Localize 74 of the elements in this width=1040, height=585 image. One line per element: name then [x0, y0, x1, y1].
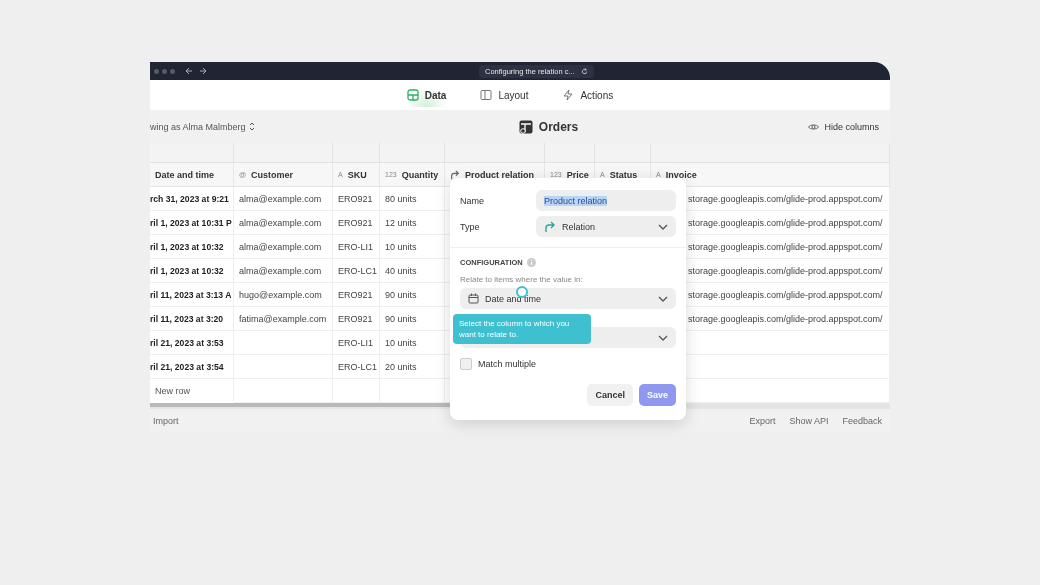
- viewing-as-label[interactable]: wing as Alma Malmberg: [150, 121, 246, 132]
- column-label: Product relation: [465, 169, 534, 180]
- checkbox-label: Match multiple: [478, 359, 537, 369]
- reload-icon[interactable]: [580, 67, 588, 75]
- chevron-icon: [658, 223, 668, 230]
- field-hint: Relate to items where the value in:: [460, 275, 584, 284]
- footer-link[interactable]: Show API: [789, 416, 829, 426]
- table-cell: ERO-LC1: [333, 259, 380, 283]
- table-cell: alma@example.com: [234, 211, 333, 235]
- forward-icon[interactable]: [199, 67, 207, 75]
- footer-link[interactable]: Feedback: [842, 416, 882, 426]
- tab[interactable]: Actions: [558, 83, 618, 107]
- table-cell: ril 1, 2023 at 10:32: [150, 259, 234, 283]
- table-cell: 12 units: [380, 211, 445, 235]
- table-icon: [518, 119, 533, 134]
- table-cell: 10 units: [380, 331, 445, 355]
- table-cell: ERO921: [333, 187, 380, 211]
- new-row-button[interactable]: New row: [150, 379, 234, 402]
- table-cell: hugo@example.com: [234, 283, 333, 307]
- table-cell: ERO-LI1: [333, 331, 380, 355]
- forward-arrow-icon: [450, 169, 460, 180]
- column-header[interactable]: Date and time: [150, 163, 234, 187]
- table-cell: 20 units: [380, 355, 445, 379]
- column-label: Invoice: [665, 169, 697, 180]
- table-cell: rch 31, 2023 at 9:21: [150, 187, 234, 211]
- cancel-button[interactable]: Cancel: [587, 384, 633, 406]
- table-cell: ERO921: [333, 283, 380, 307]
- table-cell: ril 21, 2023 at 3:53: [150, 331, 234, 355]
- table-cell: ERO-LI1: [333, 235, 380, 259]
- forward-arrow-icon: [544, 220, 556, 233]
- import-link[interactable]: Import: [153, 416, 179, 426]
- table-title: Orders: [538, 119, 579, 134]
- column-label: Customer: [251, 169, 294, 180]
- eye-icon: [808, 122, 820, 131]
- table-cell: alma@example.com: [234, 235, 333, 259]
- name-field[interactable]: Product relation: [536, 190, 676, 211]
- footer-link[interactable]: Export: [749, 416, 776, 426]
- back-icon[interactable]: [185, 67, 193, 75]
- table-cell: alma@example.com: [234, 187, 333, 211]
- table-cell: ril 11, 2023 at 3:13 A: [150, 283, 234, 307]
- table-icon: [406, 89, 419, 101]
- type-select[interactable]: Relation: [536, 216, 676, 237]
- layout-icon: [480, 89, 493, 101]
- table-cell: ril 1, 2023 at 10:31 P: [150, 211, 234, 235]
- table-cell: 10 units: [380, 235, 445, 259]
- sort-caret-icon[interactable]: [248, 122, 255, 131]
- column-label: Price: [566, 169, 589, 180]
- table-cell: alma@example.com: [234, 259, 333, 283]
- checkbox[interactable]: [460, 358, 472, 370]
- field-label: Type: [460, 221, 481, 232]
- table-cell: ril 11, 2023 at 3:20: [150, 307, 234, 331]
- chevron-icon: [658, 295, 668, 302]
- table-cell: fatima@example.com: [234, 307, 333, 331]
- lightning-icon: [562, 89, 575, 101]
- hide-columns-button[interactable]: Hide columns: [802, 120, 885, 133]
- chevron-icon: [658, 334, 668, 341]
- table-cell: ERO-LC1: [333, 355, 380, 379]
- table-cell: 80 units: [380, 187, 445, 211]
- column-label: Date and time: [155, 169, 214, 180]
- scrollbar-thumb[interactable]: [150, 403, 450, 407]
- table-cell: ril 1, 2023 at 10:32: [150, 235, 234, 259]
- table-cell: ERO921: [333, 211, 380, 235]
- tooltip: Select the column to which you want to relate to.: [453, 314, 591, 345]
- tab[interactable]: Layout: [476, 83, 533, 107]
- table-cell: ERO921: [333, 307, 380, 331]
- column-label: SKU: [347, 169, 367, 180]
- column-label: Status: [609, 169, 638, 180]
- calendar-icon: [468, 293, 479, 304]
- table-cell: 90 units: [380, 307, 445, 331]
- field-label: Name: [460, 195, 485, 206]
- table-cell: ril 21, 2023 at 3:54: [150, 355, 234, 379]
- column-label: Quantity: [401, 169, 439, 180]
- table-cell: 90 units: [380, 283, 445, 307]
- table-cell: 40 units: [380, 259, 445, 283]
